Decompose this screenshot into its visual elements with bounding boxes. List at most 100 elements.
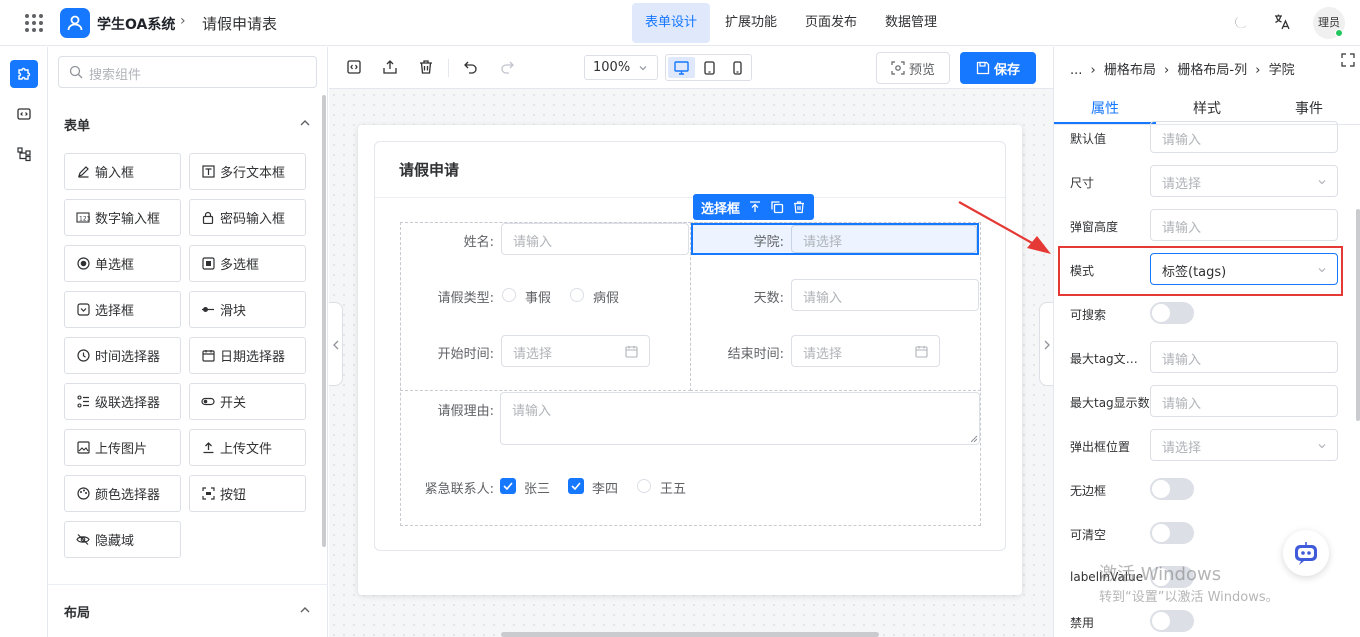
code-view-icon[interactable] bbox=[346, 59, 362, 75]
comp-textarea-button[interactable]: 多行文本框 bbox=[189, 153, 306, 190]
comp-color-picker-button[interactable]: 颜色选择器 bbox=[64, 475, 181, 512]
breadcrumb-item[interactable]: 栅格布局-列 bbox=[1177, 63, 1247, 78]
dark-mode-icon[interactable] bbox=[1233, 14, 1249, 30]
trash-icon[interactable] bbox=[418, 59, 434, 75]
desktop-icon bbox=[674, 60, 689, 75]
redo-icon[interactable] bbox=[499, 59, 515, 75]
breadcrumb-item[interactable]: ... bbox=[1070, 63, 1082, 78]
property-panel-scrollbar[interactable] bbox=[1356, 209, 1360, 421]
layout-section-header[interactable]: 布局 bbox=[64, 602, 90, 621]
canvas-horizontal-scrollbar[interactable] bbox=[501, 632, 879, 637]
expand-icon[interactable] bbox=[1341, 53, 1355, 67]
leave-type-radio-sick[interactable] bbox=[570, 288, 584, 302]
panel-scrollbar[interactable] bbox=[322, 95, 326, 547]
comp-button-button[interactable]: 按钮 bbox=[189, 475, 306, 512]
prop-size-select[interactable]: 请选择 bbox=[1150, 165, 1338, 197]
prop-popup-height-input[interactable]: 请输入 bbox=[1150, 209, 1338, 241]
comp-upload-image-button[interactable]: 上传图片 bbox=[64, 429, 181, 466]
prop-max-tag-count-input[interactable]: 请输入 bbox=[1150, 385, 1338, 417]
pencil-icon bbox=[76, 165, 90, 179]
contact-checkbox-wangwu[interactable] bbox=[637, 479, 651, 493]
prop-searchable-toggle[interactable] bbox=[1150, 302, 1194, 324]
name-input[interactable]: 请输入 bbox=[501, 223, 689, 255]
check-icon bbox=[571, 482, 581, 490]
prop-disabled-toggle[interactable] bbox=[1150, 610, 1194, 632]
prop-popup-height-label: 弹窗高度 bbox=[1070, 220, 1119, 234]
reason-textarea[interactable]: 请输入 bbox=[500, 392, 980, 445]
leave-type-radio-personal[interactable] bbox=[502, 288, 516, 302]
tablet-view-button[interactable] bbox=[696, 57, 723, 78]
nav-extensions[interactable]: 扩展功能 bbox=[712, 3, 790, 43]
form-section-header[interactable]: 表单 bbox=[64, 115, 90, 134]
comp-checkbox-button[interactable]: 多选框 bbox=[189, 245, 306, 282]
save-button[interactable]: 保存 bbox=[960, 52, 1036, 84]
collapse-left-handle[interactable] bbox=[329, 302, 343, 386]
days-input[interactable]: 请输入 bbox=[791, 279, 979, 311]
form-title: 请假申请 bbox=[399, 161, 460, 179]
rail-tree-button[interactable] bbox=[10, 140, 38, 168]
copy-icon[interactable] bbox=[770, 200, 784, 214]
zoom-select[interactable]: 100% bbox=[584, 55, 658, 80]
app-grid-icon[interactable] bbox=[24, 13, 44, 33]
breadcrumb-item[interactable]: 栅格布局 bbox=[1104, 63, 1156, 78]
comp-date-picker-button[interactable]: 日期选择器 bbox=[189, 337, 306, 374]
college-select[interactable]: 请选择 bbox=[791, 225, 977, 253]
prop-popup-placement-select[interactable]: 请选择 bbox=[1150, 429, 1338, 461]
comp-switch-button[interactable]: 开关 bbox=[189, 383, 306, 420]
preview-button[interactable]: 预览 bbox=[876, 52, 950, 84]
selected-component-name: 选择框 bbox=[701, 201, 741, 217]
upload-icon bbox=[201, 441, 215, 455]
prop-mode-select[interactable]: 标签(tags) bbox=[1150, 253, 1338, 285]
prop-default-value-input[interactable]: 请输入 bbox=[1150, 121, 1338, 153]
mobile-view-button[interactable] bbox=[724, 57, 751, 78]
tab-events[interactable]: 事件 bbox=[1258, 98, 1360, 118]
comp-select-button[interactable]: 选择框 bbox=[64, 291, 181, 328]
prop-borderless-toggle[interactable] bbox=[1150, 478, 1194, 500]
desktop-view-button[interactable] bbox=[668, 57, 695, 78]
comp-time-picker-button[interactable]: 时间选择器 bbox=[64, 337, 181, 374]
tab-properties[interactable]: 属性 bbox=[1054, 98, 1156, 118]
nav-publish[interactable]: 页面发布 bbox=[792, 3, 870, 43]
image-icon bbox=[76, 441, 90, 455]
delete-icon[interactable] bbox=[792, 200, 806, 214]
chevron-up-icon[interactable] bbox=[299, 117, 311, 129]
undo-icon[interactable] bbox=[463, 59, 479, 75]
contact-label: 王五 bbox=[660, 482, 687, 497]
comp-password-button[interactable]: 密码输入框 bbox=[189, 199, 306, 236]
rail-components-button[interactable] bbox=[10, 60, 38, 88]
prop-max-tag-text-length-input[interactable]: 请输入 bbox=[1150, 341, 1338, 373]
comp-upload-file-button[interactable]: 上传文件 bbox=[189, 429, 306, 466]
comp-cascader-button[interactable]: 级联选择器 bbox=[64, 383, 181, 420]
comp-label: 单选框 bbox=[95, 258, 135, 273]
comp-hidden-field-button[interactable]: 隐藏域 bbox=[64, 521, 181, 558]
leave-type-label: 请假类型: bbox=[437, 291, 494, 306]
start-date-picker[interactable]: 请选择 bbox=[501, 335, 650, 367]
calendar-icon bbox=[625, 346, 638, 358]
prop-clearable-toggle[interactable] bbox=[1150, 522, 1194, 544]
tablet-icon bbox=[704, 60, 715, 75]
comp-label: 开关 bbox=[220, 396, 247, 411]
placeholder: 请输入 bbox=[1162, 221, 1202, 236]
translate-icon[interactable] bbox=[1273, 13, 1291, 31]
assistant-bot-button[interactable] bbox=[1283, 530, 1329, 576]
move-top-icon[interactable] bbox=[748, 200, 762, 214]
comp-radio-button[interactable]: 单选框 bbox=[64, 245, 181, 282]
nav-form-design[interactable]: 表单设计 bbox=[632, 3, 711, 43]
export-icon[interactable] bbox=[382, 59, 398, 75]
placeholder: 请输入 bbox=[1162, 133, 1202, 148]
collapse-right-handle[interactable] bbox=[1039, 302, 1053, 386]
breadcrumb-item[interactable]: 学院 bbox=[1269, 63, 1295, 78]
tab-styles[interactable]: 样式 bbox=[1156, 98, 1258, 118]
contact-checkbox-lisi[interactable] bbox=[568, 478, 584, 494]
comp-input-button[interactable]: 输入框 bbox=[64, 153, 181, 190]
chevron-up-icon[interactable] bbox=[299, 604, 311, 616]
component-search-input[interactable]: 搜索组件 bbox=[58, 56, 317, 88]
rail-code-button[interactable] bbox=[10, 100, 38, 128]
comp-slider-button[interactable]: 滑块 bbox=[189, 291, 306, 328]
select-icon bbox=[76, 303, 90, 317]
contact-checkbox-zhangsan[interactable] bbox=[500, 478, 516, 494]
end-date-picker[interactable]: 请选择 bbox=[791, 335, 940, 367]
breadcrumb-separator: › bbox=[1164, 63, 1170, 78]
comp-number-input-button[interactable]: 123 数字输入框 bbox=[64, 199, 181, 236]
nav-data-management[interactable]: 数据管理 bbox=[872, 3, 950, 43]
